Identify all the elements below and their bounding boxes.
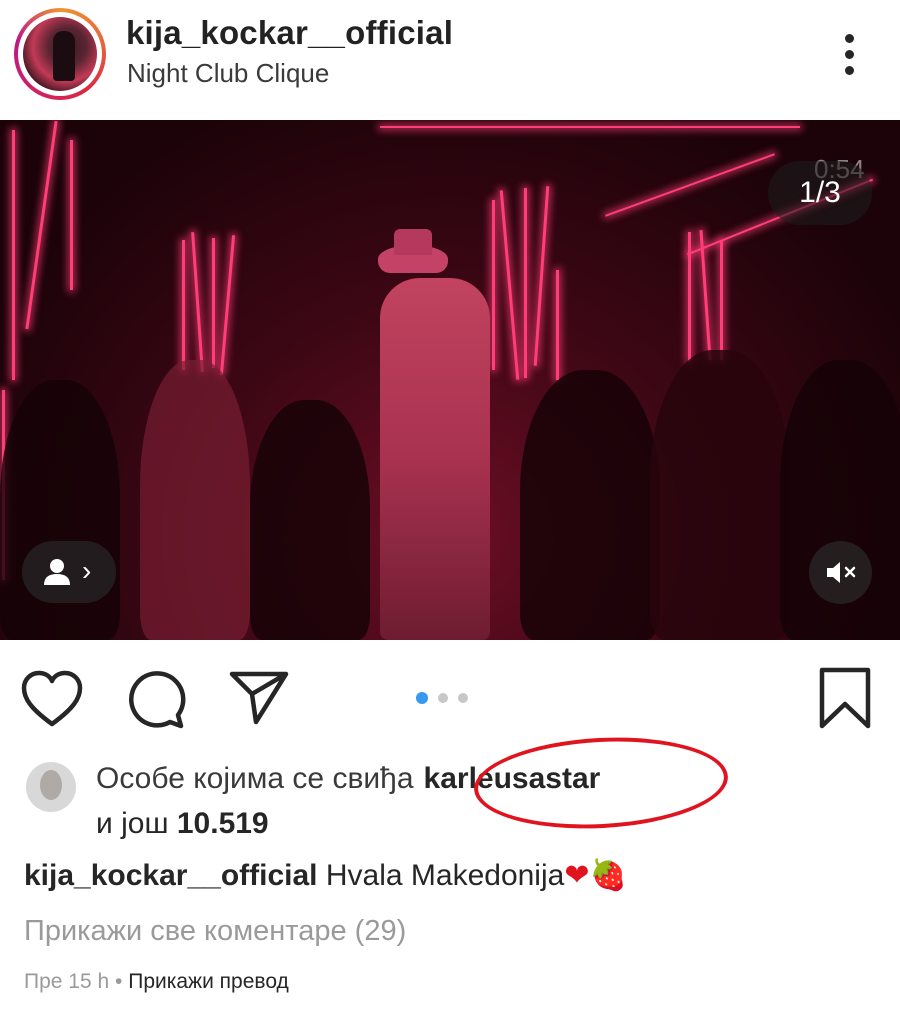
neon-light — [12, 130, 15, 380]
dancer-figure — [380, 278, 490, 640]
neon-light — [380, 126, 800, 128]
mute-button[interactable] — [809, 541, 872, 604]
avatar-border — [18, 12, 102, 96]
neon-light — [219, 235, 236, 375]
post-meta: Пре 15 h • Прикажи превод — [24, 970, 289, 994]
chevron-right-icon: › — [82, 555, 92, 586]
carousel-dot — [458, 693, 468, 703]
neon-light — [191, 232, 204, 372]
carousel-counter: 1/3 — [768, 161, 872, 225]
neon-light — [25, 120, 58, 330]
neon-light — [524, 188, 527, 378]
post-header: kija_kockar__official Night Club Clique — [0, 0, 900, 118]
highlight-annotation — [471, 731, 731, 835]
see-translation-link[interactable]: Прикажи превод — [128, 970, 289, 993]
post-time: Пре 15 h — [24, 970, 110, 993]
person-icon — [44, 559, 70, 585]
heart-icon[interactable] — [20, 670, 84, 728]
likes-prefix: Особе којима се свиђа — [96, 762, 414, 795]
neon-light — [720, 240, 723, 360]
caption-username[interactable]: kija_kockar__official — [24, 859, 318, 892]
paper-plane-icon[interactable] — [228, 668, 290, 726]
strawberry-emoji: 🍓 — [589, 859, 627, 892]
crowd-silhouette — [250, 400, 370, 640]
crowd-silhouette — [650, 350, 790, 640]
likes-count[interactable]: 10.519 — [177, 807, 269, 840]
profile-avatar[interactable] — [14, 8, 106, 100]
and-more-prefix: и још — [96, 807, 169, 840]
neon-light — [492, 200, 495, 370]
neon-light — [182, 240, 185, 370]
tagged-people-button[interactable]: › — [22, 541, 116, 603]
post-caption: kija_kockar__official Hvala Makedonija❤🍓 — [24, 858, 627, 893]
bookmark-icon[interactable] — [816, 666, 874, 730]
neon-light — [556, 270, 559, 380]
carousel-dot-active — [416, 692, 428, 704]
post-username[interactable]: kija_kockar__official — [126, 14, 453, 52]
crowd-silhouette — [520, 370, 660, 640]
view-comments-link[interactable]: Прикажи све коментаре (29) — [24, 915, 406, 948]
post-media[interactable]: 0:54 1/3 › — [0, 120, 900, 640]
neon-light — [533, 186, 550, 366]
crowd-silhouette — [140, 360, 250, 640]
heart-emoji: ❤ — [564, 859, 590, 892]
neon-light — [70, 140, 73, 290]
carousel-dot — [438, 693, 448, 703]
liker-avatar[interactable] — [26, 762, 76, 812]
more-vertical-icon[interactable] — [830, 28, 870, 82]
meta-separator: • — [115, 970, 123, 993]
neon-light — [605, 153, 775, 217]
post-location[interactable]: Night Club Clique — [127, 58, 329, 89]
caption-text: Hvala Makedonija — [325, 859, 565, 892]
neon-light — [499, 190, 520, 380]
speaker-muted-icon — [827, 562, 856, 583]
dancer-hat — [378, 229, 448, 273]
avatar-image — [23, 17, 97, 91]
comment-icon[interactable] — [124, 668, 186, 730]
neon-light — [212, 238, 215, 368]
likes-count-line[interactable]: и још 10.519 — [96, 807, 269, 841]
